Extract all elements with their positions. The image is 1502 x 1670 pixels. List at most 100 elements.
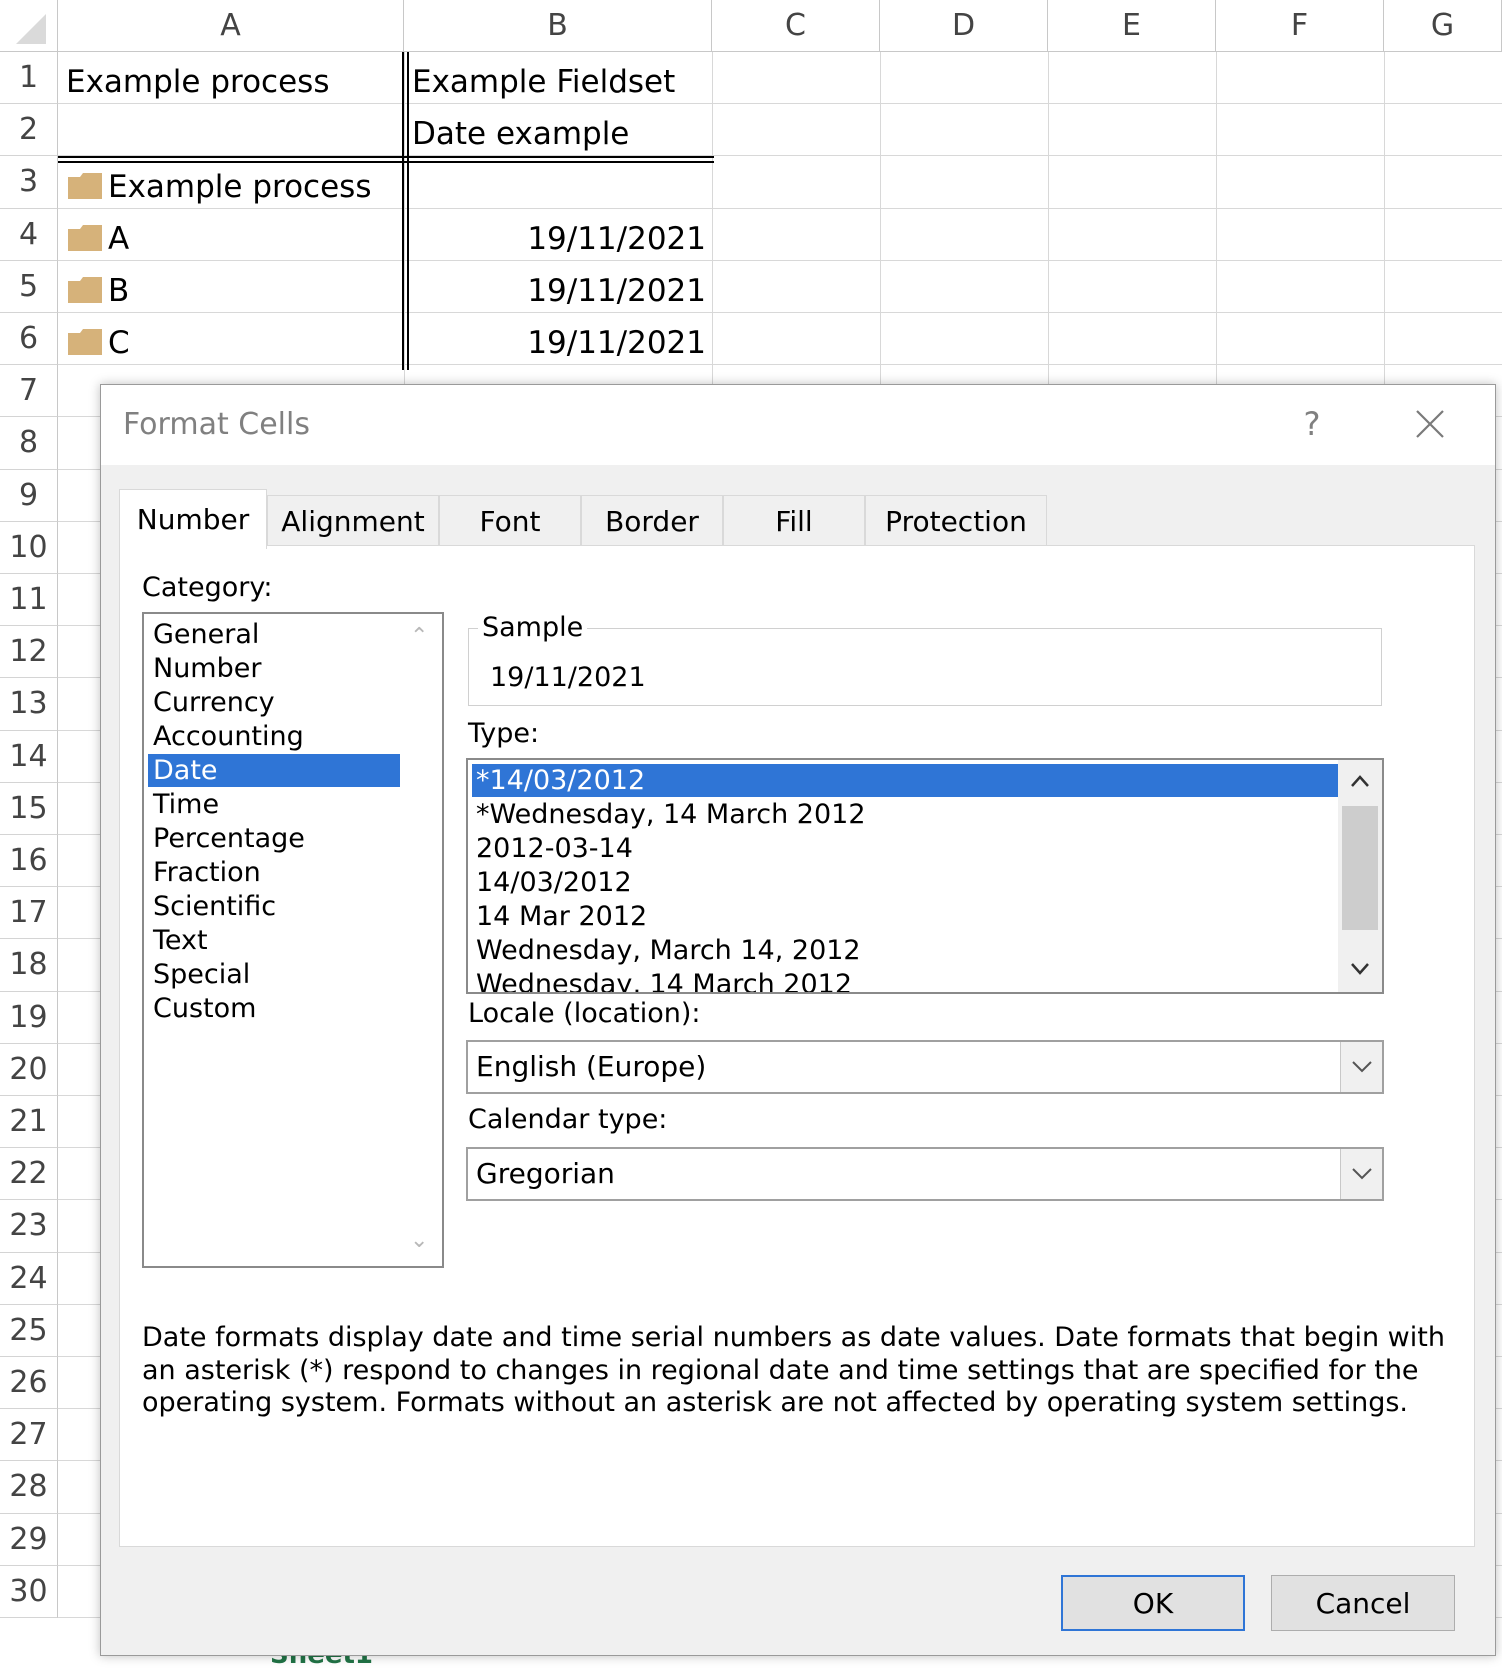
row-header[interactable]: 6 — [0, 313, 58, 366]
calendar-value: Gregorian — [476, 1157, 615, 1190]
calendar-dropdown-button[interactable] — [1340, 1149, 1382, 1199]
category-item[interactable]: Accounting — [148, 720, 400, 753]
tab-protection[interactable]: Protection — [865, 495, 1047, 547]
category-item[interactable]: Custom — [148, 992, 400, 1025]
number-tab-panel: Category: General Number Currency Accountin… — [119, 545, 1475, 1547]
scroll-up-arrow-icon[interactable]: ⌃ — [410, 624, 428, 649]
row-header[interactable]: 27 — [0, 1409, 58, 1462]
row-header[interactable]: 19 — [0, 991, 58, 1044]
category-item[interactable]: Special — [148, 958, 400, 991]
column-header-a[interactable]: A — [58, 0, 404, 52]
ok-button[interactable]: OK — [1061, 1575, 1245, 1631]
row-header[interactable]: 10 — [0, 521, 58, 574]
column-header-g[interactable]: G — [1384, 0, 1502, 52]
cell-b1[interactable]: Example Fieldset — [412, 56, 675, 108]
column-header-e[interactable]: E — [1048, 0, 1216, 52]
help-button[interactable]: ? — [1287, 399, 1337, 449]
row-header[interactable]: 15 — [0, 782, 58, 835]
tab-border[interactable]: Border — [581, 495, 723, 547]
row-header[interactable]: 7 — [0, 365, 58, 418]
tab-font[interactable]: Font — [439, 495, 581, 547]
row-header[interactable]: 11 — [0, 574, 58, 627]
cell-b5[interactable]: 19/11/2021 — [412, 265, 706, 317]
row-header[interactable]: 20 — [0, 1043, 58, 1096]
category-item[interactable]: Currency — [148, 686, 400, 719]
category-item[interactable]: Time — [148, 788, 400, 821]
type-scrollbar[interactable] — [1338, 760, 1382, 992]
row-header[interactable]: 1 — [0, 52, 58, 105]
select-all-corner[interactable] — [0, 0, 58, 52]
type-label: Type: — [468, 718, 540, 749]
row-header[interactable]: 28 — [0, 1461, 58, 1514]
row-header[interactable]: 5 — [0, 260, 58, 313]
scrollbar-thumb[interactable] — [1342, 806, 1378, 930]
column-header-d[interactable]: D — [880, 0, 1048, 52]
row-header[interactable]: 13 — [0, 678, 58, 731]
row-header[interactable]: 12 — [0, 626, 58, 679]
row-header[interactable]: 9 — [0, 469, 58, 522]
folder-icon — [68, 328, 102, 355]
type-item[interactable]: *Wednesday, 14 March 2012 — [472, 798, 1338, 831]
category-item[interactable]: Date — [148, 754, 400, 787]
locale-select[interactable]: English (Europe) — [466, 1040, 1384, 1094]
cell-a6[interactable]: C — [68, 317, 130, 369]
folder-icon — [68, 276, 102, 303]
row-header[interactable]: 8 — [0, 417, 58, 470]
row-header[interactable]: 17 — [0, 887, 58, 940]
row-header[interactable]: 26 — [0, 1357, 58, 1410]
row-header[interactable]: 16 — [0, 835, 58, 888]
type-item[interactable]: Wednesday, March 14, 2012 — [472, 934, 1338, 967]
cell-a3[interactable]: Example process — [68, 161, 371, 213]
category-item[interactable]: Scientific — [148, 890, 400, 923]
scroll-up-arrow-icon[interactable] — [1350, 774, 1370, 788]
category-item[interactable]: General — [148, 618, 400, 651]
row-header[interactable]: 14 — [0, 730, 58, 783]
row-header[interactable]: 30 — [0, 1565, 58, 1618]
row-header[interactable]: 25 — [0, 1304, 58, 1357]
category-item[interactable]: Number — [148, 652, 400, 685]
cell-border — [402, 52, 404, 370]
category-list[interactable]: General Number Currency Accounting Date Time P… — [142, 612, 444, 1268]
column-header-c[interactable]: C — [712, 0, 880, 52]
scroll-down-arrow-icon[interactable] — [1350, 962, 1370, 976]
cell-b2[interactable]: Date example — [412, 108, 629, 160]
type-item[interactable]: 2012-03-14 — [472, 832, 1338, 865]
tab-alignment[interactable]: Alignment — [267, 495, 439, 547]
column-header-b[interactable]: B — [404, 0, 712, 52]
close-icon — [1416, 410, 1444, 438]
cell-a1[interactable]: Example process — [66, 56, 329, 108]
cell-b4[interactable]: 19/11/2021 — [412, 213, 706, 265]
close-button[interactable] — [1403, 399, 1457, 449]
calendar-select[interactable]: Gregorian — [466, 1147, 1384, 1201]
cell-a4[interactable]: A — [68, 213, 129, 265]
column-header-f[interactable]: F — [1216, 0, 1384, 52]
locale-dropdown-button[interactable] — [1340, 1042, 1382, 1092]
cancel-button[interactable]: Cancel — [1271, 1575, 1455, 1631]
type-list[interactable]: *14/03/2012 *Wednesday, 14 March 2012 2012… — [466, 758, 1384, 994]
type-item[interactable]: 14 Mar 2012 — [472, 900, 1338, 933]
row-header[interactable]: 23 — [0, 1200, 58, 1253]
row-header[interactable]: 21 — [0, 1096, 58, 1149]
row-header[interactable]: 2 — [0, 104, 58, 157]
row-header[interactable]: 29 — [0, 1513, 58, 1566]
category-item[interactable]: Fraction — [148, 856, 400, 889]
row-header[interactable]: 4 — [0, 208, 58, 261]
type-item[interactable]: *14/03/2012 — [472, 764, 1338, 797]
row-header[interactable]: 18 — [0, 939, 58, 992]
tab-fill[interactable]: Fill — [723, 495, 865, 547]
type-item[interactable]: Wednesday, 14 March 2012 — [472, 968, 1338, 992]
cell-b6[interactable]: 19/11/2021 — [412, 317, 706, 369]
scroll-down-arrow-icon[interactable]: ⌄ — [410, 1228, 428, 1253]
row-header[interactable]: 24 — [0, 1252, 58, 1305]
category-item[interactable]: Text — [148, 924, 400, 957]
row-header[interactable]: 22 — [0, 1148, 58, 1201]
category-item[interactable]: Percentage — [148, 822, 400, 855]
locale-value: English (Europe) — [476, 1050, 707, 1083]
cell-a4-text: A — [108, 221, 130, 257]
row-header[interactable]: 3 — [0, 156, 58, 209]
cell-a5[interactable]: B — [68, 265, 129, 317]
type-item[interactable]: 14/03/2012 — [472, 866, 1338, 899]
tab-number[interactable]: Number — [119, 489, 267, 549]
calendar-label: Calendar type: — [468, 1104, 668, 1135]
dialog-titlebar[interactable]: Format Cells ? — [101, 385, 1495, 465]
